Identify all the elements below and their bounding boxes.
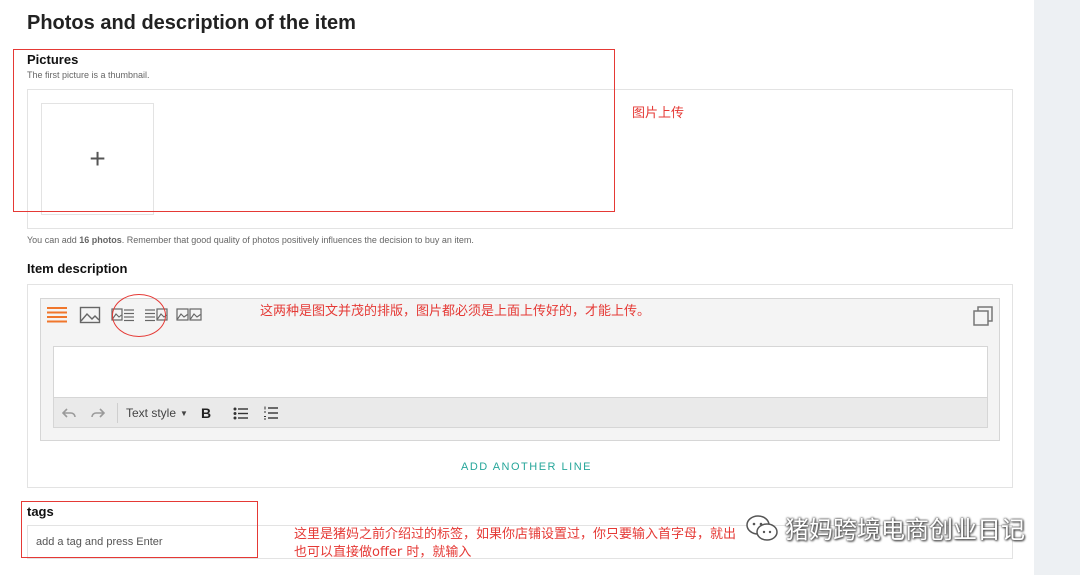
page-gutter	[1034, 0, 1080, 575]
annotation-tags-note-2: 也可以直接做offer 时，就输入	[294, 545, 472, 560]
item-description-label: Item description	[27, 261, 128, 276]
annotation-box-tags	[21, 501, 258, 558]
toolbar-divider	[117, 403, 118, 423]
watermark: 猪妈跨境电商创业日记	[745, 510, 1025, 545]
description-text-area[interactable]	[53, 346, 988, 398]
text-only-layout-button[interactable]	[46, 305, 68, 325]
undo-icon	[62, 408, 76, 418]
annotation-photo-upload: 图片上传	[632, 106, 685, 121]
numbered-list-button[interactable]	[263, 404, 278, 422]
bold-button[interactable]: B	[201, 404, 211, 422]
duplicate-line-button[interactable]	[972, 305, 994, 327]
photo-limit-note: You can add 16 photos. Remember that goo…	[27, 235, 474, 245]
two-images-layout-button[interactable]	[176, 305, 202, 325]
redo-icon	[91, 408, 105, 418]
text-lines-icon	[47, 307, 67, 323]
annotation-circle-layouts	[112, 294, 166, 337]
copy-icon	[973, 306, 993, 326]
image-only-layout-button[interactable]	[79, 305, 101, 325]
image-icon	[79, 306, 101, 324]
bullet-list-button[interactable]	[233, 404, 248, 422]
text-style-dropdown[interactable]: Text style ▼	[126, 404, 188, 422]
watermark-text: 猪妈跨境电商创业日记	[785, 516, 1025, 544]
annotation-tags-note-1: 这里是猪妈之前介绍过的标签，如果你店铺设置过，你只要输入首字母，就出	[294, 527, 737, 542]
two-images-icon	[176, 308, 202, 321]
bullet-list-icon	[233, 407, 248, 419]
undo-button[interactable]	[62, 404, 78, 422]
page-title: Photos and description of the item	[27, 12, 356, 34]
annotation-layout-note: 这两种是图文并茂的排版，图片都必须是上面上传好的，才能上传。	[260, 304, 651, 319]
numbered-list-icon	[264, 406, 278, 420]
chat-bubbles-icon	[746, 514, 778, 541]
text-style-label: Text style	[126, 406, 177, 420]
redo-button[interactable]	[91, 404, 107, 422]
add-another-line-button[interactable]: ADD ANOTHER LINE	[0, 461, 1053, 473]
format-toolbar	[53, 398, 988, 428]
photo-limit-count: 16 photos	[79, 235, 122, 245]
caret-down-icon: ▼	[180, 408, 188, 418]
annotation-box-pictures	[13, 49, 615, 212]
